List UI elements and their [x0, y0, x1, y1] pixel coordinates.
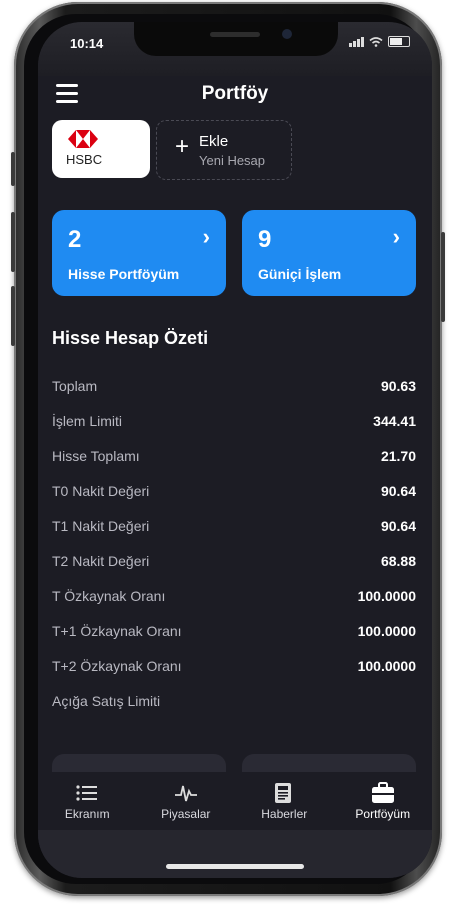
row-value: 344.41	[373, 412, 416, 429]
tab-portfoyum[interactable]: Portföyüm	[338, 781, 428, 821]
chevron-right-icon: ›	[392, 224, 400, 249]
row-value: 21.70	[380, 447, 416, 464]
row-value: 100.0000	[357, 657, 416, 674]
tab-label: Piyasalar	[161, 807, 211, 821]
row-value: 100.0000	[357, 622, 416, 639]
row-label: T0 Nakit Değeri	[52, 482, 150, 499]
chevron-right-icon: ›	[202, 224, 210, 249]
tab-label: Ekranım	[64, 807, 110, 821]
add-account-button[interactable]: + Ekle Yeni Hesap	[156, 120, 292, 180]
signal-icon	[349, 36, 364, 47]
card-hisse-portfoyum[interactable]: 2 › Hisse Portföyüm	[52, 210, 226, 296]
card-count: 9	[258, 226, 272, 253]
camera	[282, 29, 292, 39]
row-value: 90.64	[380, 482, 416, 499]
summary-row: Hisse Toplamı 21.70	[52, 438, 416, 473]
card-count: 2	[68, 226, 82, 253]
tab-piyasalar[interactable]: Piyasalar	[141, 781, 231, 821]
page-title: Portföy	[201, 83, 269, 104]
home-indicator[interactable]	[166, 864, 304, 869]
app-content: Portföy HSBC + Ekle Yeni Hesap 2 › Hisse…	[38, 76, 432, 878]
battery-icon	[388, 36, 410, 47]
newspaper-icon	[271, 781, 297, 805]
row-value: 68.88	[380, 552, 416, 569]
summary-cards: 2 › Hisse Portföyüm 9 › Güniçi İşlem	[52, 210, 416, 296]
row-value: 90.64	[380, 517, 416, 534]
bottom-safe-area	[38, 830, 432, 878]
add-account-sub: Yeni Hesap	[199, 153, 266, 168]
bank-name: HSBC	[66, 152, 103, 167]
summary-list: Toplam 90.63 İşlem Limiti 344.41 Hisse Top…	[52, 368, 416, 718]
briefcase-icon	[370, 781, 396, 805]
row-label: Açığa Satış Limiti	[52, 692, 161, 709]
mute-switch	[11, 152, 15, 186]
plus-icon: +	[175, 133, 190, 160]
row-label: İşlem Limiti	[52, 412, 123, 429]
tab-ekranim[interactable]: Ekranım	[42, 781, 132, 821]
add-account-label: Ekle	[199, 133, 229, 150]
phone-screen: 10:14 Portföy HSBC + Ekle Yeni Hesap 2 ›…	[38, 22, 432, 878]
tab-label: Haberler	[261, 807, 308, 821]
bank-selector: HSBC + Ekle Yeni Hesap	[52, 120, 292, 180]
row-label: T1 Nakit Değeri	[52, 517, 150, 534]
pulse-icon	[173, 781, 199, 805]
status-icons	[349, 36, 410, 47]
tab-label: Portföyüm	[355, 807, 411, 821]
row-value: 90.63	[380, 377, 416, 394]
volume-down-button	[11, 286, 15, 346]
summary-row: T+2 Özkaynak Oranı 100.0000	[52, 648, 416, 683]
volume-up-button	[11, 212, 15, 272]
status-bar: 10:14	[38, 22, 432, 76]
bottom-tab-bar: Ekranım Piyasalar Haberler Portföyüm	[38, 772, 432, 830]
row-value: 100.0000	[357, 587, 416, 604]
speaker	[210, 32, 260, 37]
bank-card-hsbc[interactable]: HSBC	[52, 120, 150, 178]
hsbc-logo-icon	[68, 130, 98, 148]
top-header: Portföy	[38, 76, 432, 118]
summary-row: T+1 Özkaynak Oranı 100.0000	[52, 613, 416, 648]
card-gunici-islem[interactable]: 9 › Güniçi İşlem	[242, 210, 416, 296]
wifi-icon	[369, 36, 383, 47]
notch	[134, 22, 338, 56]
row-label: T Özkaynak Oranı	[52, 587, 166, 604]
summary-row: T2 Nakit Değeri 68.88	[52, 543, 416, 578]
summary-row: T0 Nakit Değeri 90.64	[52, 473, 416, 508]
row-label: T+2 Özkaynak Oranı	[52, 657, 182, 674]
row-label: T2 Nakit Değeri	[52, 552, 150, 569]
section-title: Hisse Hesap Özeti	[52, 328, 209, 348]
card-label: Hisse Portföyüm	[68, 266, 180, 282]
row-label: Toplam	[52, 377, 98, 394]
row-label: Hisse Toplamı	[52, 447, 140, 464]
summary-row: T1 Nakit Değeri 90.64	[52, 508, 416, 543]
list-icon	[74, 781, 100, 805]
status-time: 10:14	[70, 36, 104, 51]
summary-row: T Özkaynak Oranı 100.0000	[52, 578, 416, 613]
tab-haberler[interactable]: Haberler	[239, 781, 329, 821]
power-button	[441, 232, 445, 322]
row-label: T+1 Özkaynak Oranı	[52, 622, 182, 639]
summary-row: Açığa Satış Limiti	[52, 683, 416, 718]
summary-row: İşlem Limiti 344.41	[52, 403, 416, 438]
card-label: Güniçi İşlem	[258, 266, 342, 282]
summary-row: Toplam 90.63	[52, 368, 416, 403]
